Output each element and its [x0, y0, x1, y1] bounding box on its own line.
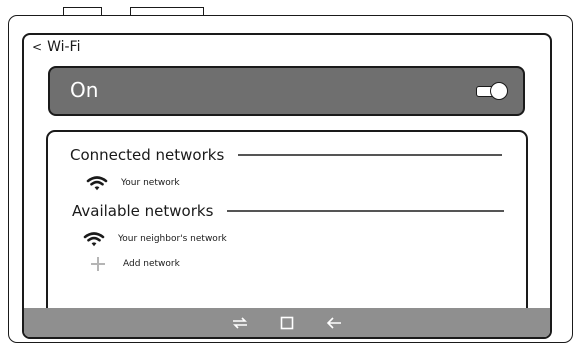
plus-icon: [91, 257, 105, 271]
list-item-neighbor-network[interactable]: Your neighbor's network: [83, 231, 227, 247]
chevron-left-icon[interactable]: <: [32, 41, 42, 53]
available-networks-heading: Available networks: [72, 202, 214, 220]
wifi-toggle-bar[interactable]: On: [48, 66, 525, 116]
wifi-settings-screen: < Wi-Fi On Connected networks Your netwo…: [22, 33, 552, 339]
recents-icon[interactable]: [232, 316, 248, 330]
available-section-header: Available networks: [72, 202, 504, 220]
toggle-knob: [490, 82, 508, 100]
toggle-switch[interactable]: [476, 82, 508, 100]
back-nav[interactable]: < Wi-Fi: [32, 39, 80, 55]
system-nav-bar: [24, 308, 550, 337]
divider: [227, 210, 504, 212]
page-title: Wi-Fi: [47, 39, 81, 55]
home-icon[interactable]: [280, 316, 294, 330]
wifi-state-label: On: [70, 78, 99, 102]
wifi-icon: [83, 232, 105, 247]
network-name: Your neighbor's network: [118, 234, 227, 244]
add-network-label: Add network: [123, 259, 180, 269]
network-name: Your network: [121, 178, 180, 188]
wifi-icon: [86, 176, 108, 191]
list-item-your-network[interactable]: Your network: [86, 175, 180, 191]
add-network-button[interactable]: Add network: [88, 257, 180, 271]
connected-networks-heading: Connected networks: [70, 146, 225, 164]
divider: [238, 154, 502, 156]
back-arrow-icon[interactable]: [326, 316, 342, 330]
connected-section-header: Connected networks: [70, 146, 502, 164]
